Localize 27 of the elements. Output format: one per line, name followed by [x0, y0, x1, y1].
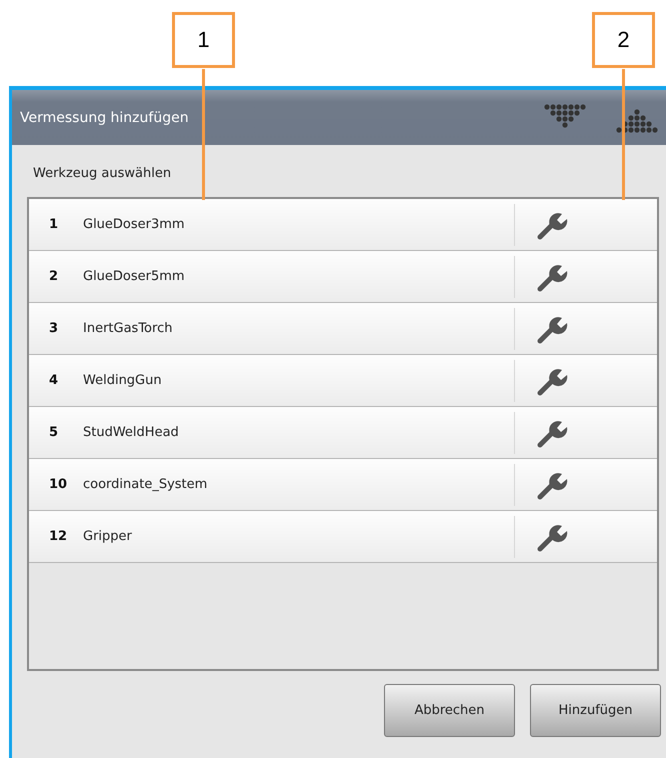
- tool-name: coordinate_System: [83, 477, 208, 492]
- callout-label: 2: [592, 12, 655, 68]
- tool-number: 4: [48, 373, 60, 388]
- section-label: Werkzeug auswählen: [33, 166, 172, 183]
- tool-name: Gripper: [83, 529, 133, 544]
- tool-name: GlueDoser3mm: [83, 217, 186, 232]
- tool-number: 2: [48, 269, 60, 284]
- tool-row[interactable]: 4 WeldingGun: [29, 355, 657, 407]
- tool-row[interactable]: 5 StudWeldHead: [29, 407, 657, 459]
- dialog-button[interactable]: Hinzufügen: [530, 684, 661, 737]
- tool-row[interactable]: 3 InertGasTorch: [29, 303, 657, 355]
- tool-name: GlueDoser5mm: [83, 269, 186, 284]
- tool-name: StudWeldHead: [83, 425, 180, 440]
- tool-number: 12: [48, 529, 68, 544]
- dialog-title: Vermessung hinzufügen: [20, 110, 190, 126]
- tool-row[interactable]: 12 Gripper: [29, 511, 657, 563]
- tool-number: 3: [48, 321, 60, 336]
- tool-number: 5: [48, 425, 60, 440]
- tool-number: 10: [48, 477, 68, 492]
- tool-number: 1: [48, 217, 60, 232]
- tool-name: InertGasTorch: [83, 321, 174, 336]
- tool-name: WeldingGun: [83, 373, 163, 388]
- tool-row[interactable]: 2 GlueDoser5mm: [29, 251, 657, 303]
- dialog-button[interactable]: Abbrechen: [384, 684, 515, 737]
- callout-label: 1: [172, 12, 235, 68]
- tool-row[interactable]: 1 GlueDoser3mm: [29, 199, 657, 251]
- tool-row[interactable]: 10 coordinate_System: [29, 459, 657, 511]
